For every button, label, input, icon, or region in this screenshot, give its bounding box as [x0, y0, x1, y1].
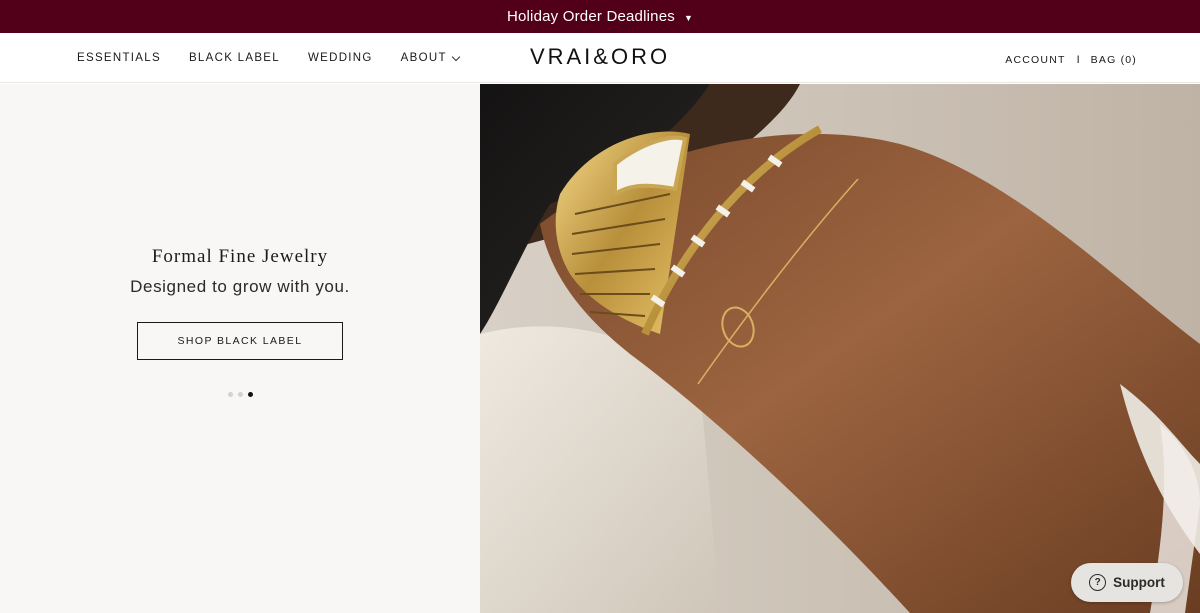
- bag-link[interactable]: BAG (0): [1091, 54, 1137, 66]
- wrist-bracelets-photo: [480, 84, 1200, 613]
- logo-text: VRAI&ORO: [529, 44, 671, 69]
- nav-item-label: ABOUT: [400, 52, 447, 64]
- nav-item-label: ESSENTIALS: [77, 52, 161, 64]
- utility-separator: I: [1076, 54, 1080, 66]
- slide-dot-active[interactable]: [248, 392, 253, 397]
- announcement-banner[interactable]: Holiday Order Deadlines ▼: [0, 0, 1200, 33]
- slide-dot[interactable]: [228, 392, 233, 397]
- site-logo[interactable]: VRAI&ORO: [529, 42, 671, 72]
- caret-down-icon: ▼: [683, 12, 694, 23]
- shop-black-label-button[interactable]: SHOP BLACK LABEL: [137, 322, 343, 360]
- support-button[interactable]: ? Support: [1071, 563, 1183, 602]
- account-link[interactable]: ACCOUNT: [1005, 54, 1065, 66]
- chevron-down-icon: [451, 52, 461, 61]
- question-circle-icon: ?: [1089, 574, 1107, 591]
- hero-title: Formal Fine Jewelry: [151, 246, 329, 267]
- nav-item-about[interactable]: ABOUT: [400, 52, 461, 64]
- nav-item-label: WEDDING: [307, 52, 373, 64]
- nav-item-wedding[interactable]: WEDDING: [308, 52, 373, 64]
- utility-nav: ACCOUNT I BAG (0): [1005, 33, 1137, 87]
- nav-item-label: BLACK LABEL: [188, 52, 280, 64]
- main-nav: ESSENTIALS BLACK LABEL WEDDING ABOUT: [77, 33, 487, 83]
- slide-pagination: [228, 392, 253, 397]
- hero-subtitle: Designed to grow with you.: [130, 277, 350, 296]
- banner-text: Holiday Order Deadlines: [506, 8, 675, 25]
- site-header: ESSENTIALS BLACK LABEL WEDDING ABOUT VRA…: [0, 33, 1200, 83]
- nav-item-black-label[interactable]: BLACK LABEL: [189, 52, 280, 64]
- hero-image: [480, 84, 1200, 613]
- hero-text-panel: Formal Fine Jewelry Designed to grow wit…: [0, 84, 480, 613]
- support-label: Support: [1113, 575, 1165, 590]
- nav-item-essentials[interactable]: ESSENTIALS: [77, 52, 161, 64]
- slide-dot[interactable]: [238, 392, 243, 397]
